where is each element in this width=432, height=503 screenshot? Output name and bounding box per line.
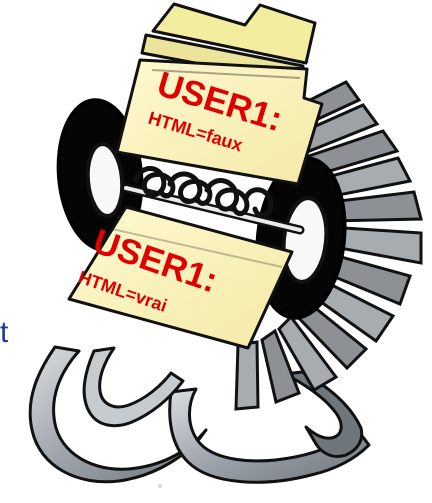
top-rolodex-card: USER1: HTML=faux [115,58,324,186]
rolodex-svg: USER1: HTML=faux USER1: HTML=vrai [28,2,423,488]
small-dot [158,484,162,488]
rolodex-illustration: t USER1: HTML=faux USER1: HTML=vrai [0,0,432,503]
